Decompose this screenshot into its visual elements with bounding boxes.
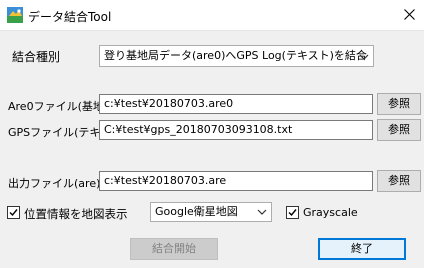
checkmark-icon	[288, 209, 297, 217]
grayscale-checkbox[interactable]	[286, 206, 299, 219]
chevron-down-icon	[359, 54, 369, 60]
merge-type-label: 結合種別	[12, 50, 61, 64]
map-type-select[interactable]: Google衛星地図	[150, 202, 272, 222]
merge-type-select[interactable]: 登り基地局データ(are0)へGPS Log(テキスト)を結合	[99, 45, 374, 67]
title-bar: データ結合Tool	[0, 0, 424, 31]
close-icon	[403, 9, 415, 20]
are0-file-label: Are0ファイル(基地)	[8, 100, 109, 113]
map-display-checkbox[interactable]	[7, 206, 20, 219]
start-merge-button[interactable]: 結合開始	[130, 238, 218, 260]
window-title: データ結合Tool	[28, 10, 112, 24]
map-display-label: 位置情報を地図表示	[24, 207, 128, 221]
are0-file-input[interactable]: c:¥test¥20180703.are0	[99, 94, 373, 114]
merge-type-value: 登り基地局データ(are0)へGPS Log(テキスト)を結合	[104, 49, 367, 62]
output-file-label: 出力ファイル(are)	[8, 177, 101, 190]
output-browse-button[interactable]: 参照	[377, 170, 421, 192]
grayscale-label: Grayscale	[303, 206, 358, 219]
output-file-input[interactable]: c:¥test¥20180703.are	[99, 171, 373, 191]
are0-browse-button[interactable]: 参照	[377, 93, 421, 115]
app-icon	[7, 7, 23, 23]
map-type-value: Google衛星地図	[155, 205, 238, 218]
gps-file-input[interactable]: C:¥test¥gps_20180703093108.txt	[99, 120, 373, 140]
end-button[interactable]: 終了	[318, 238, 406, 260]
gps-browse-button[interactable]: 参照	[377, 119, 421, 141]
checkmark-icon	[9, 209, 18, 217]
close-button[interactable]	[394, 0, 424, 30]
chevron-down-icon	[257, 209, 267, 215]
